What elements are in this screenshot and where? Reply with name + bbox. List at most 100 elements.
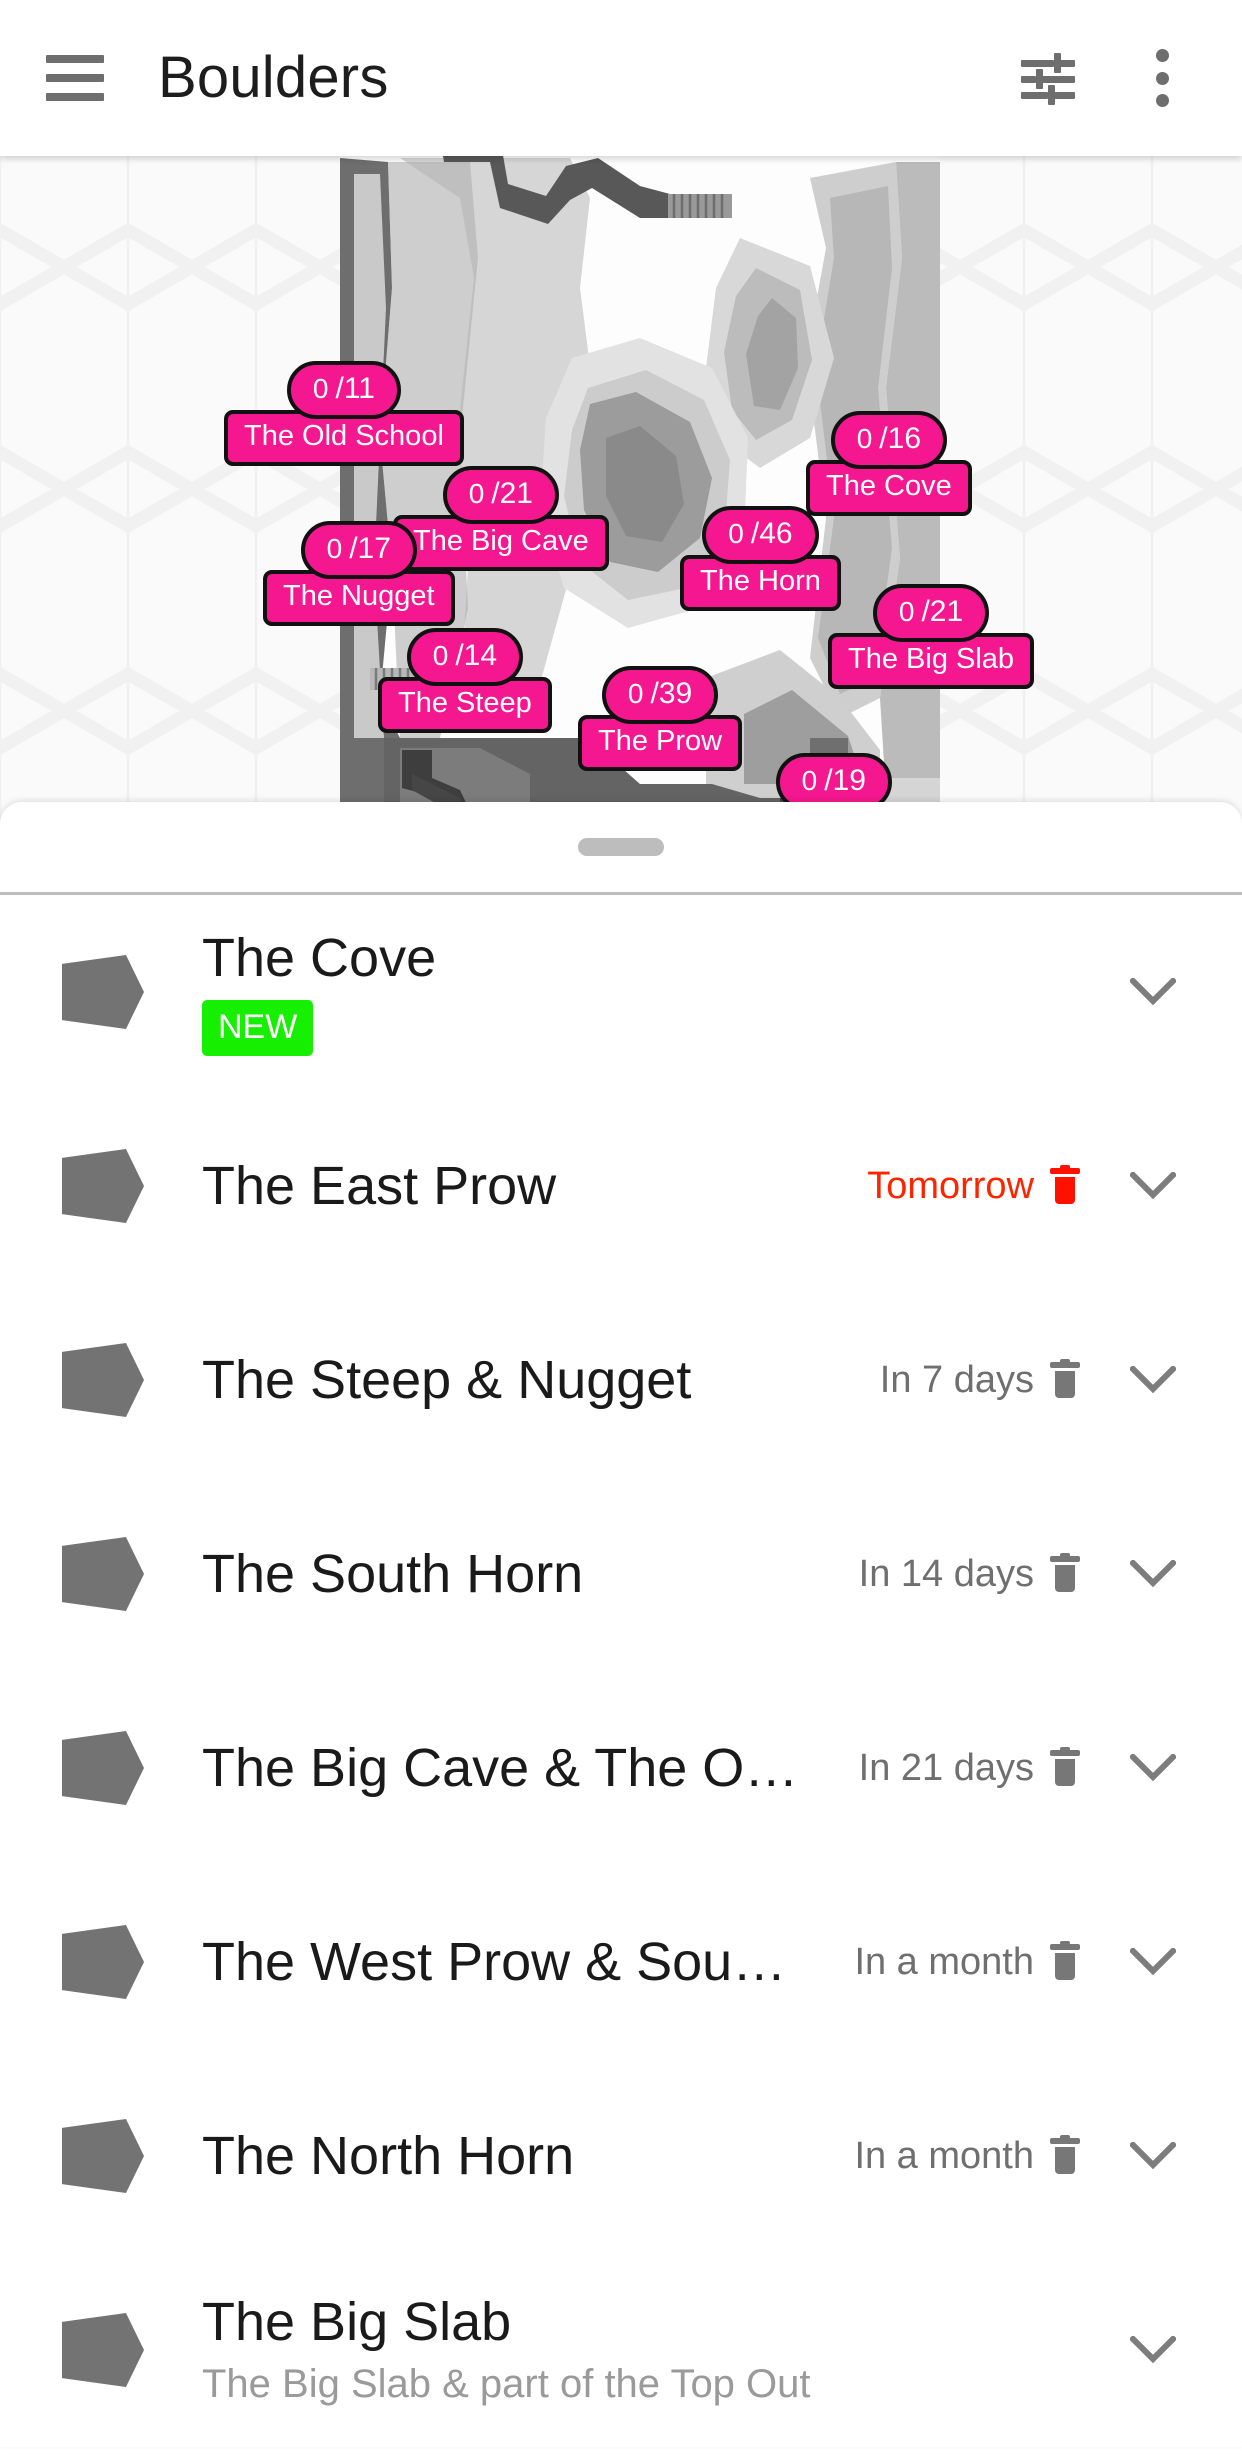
marker-count-badge: 0/17 <box>300 521 417 579</box>
list-item-content: The Big Slab The Big Slab & part of the T… <box>202 2292 1082 2408</box>
list-item-meta: In a month <box>854 1931 1184 1993</box>
drag-handle-bar <box>578 838 664 856</box>
trash-icon[interactable] <box>1050 1747 1080 1786</box>
map-marker[interactable]: 0/16 The Cove <box>806 411 972 516</box>
chevron-down-icon[interactable] <box>1122 2125 1184 2187</box>
tune-filter-icon <box>1021 53 1075 105</box>
map-marker-inner: 0/46 The Horn <box>680 506 841 611</box>
list-item-content: The Big Cave & The O… <box>202 1738 845 1798</box>
hamburger-line <box>46 74 104 82</box>
trash-icon[interactable] <box>1050 1165 1080 1204</box>
hamburger-line <box>46 55 104 63</box>
list-item-content: The Steep & Nugget <box>202 1350 866 1410</box>
marker-climbed-count: 0 <box>728 518 744 549</box>
chevron-down-icon[interactable] <box>1122 961 1184 1023</box>
app-bar-actions <box>1016 46 1194 110</box>
list-item-title: The North Horn <box>202 2125 575 2186</box>
list-item[interactable]: The Big Slab The Big Slab & part of the T… <box>0 2253 1242 2447</box>
bottom-sheet-drag-handle[interactable] <box>0 802 1242 892</box>
list-item-meta <box>1096 2319 1184 2381</box>
trash-icon[interactable] <box>1050 1941 1080 1980</box>
tag-icon <box>62 2119 144 2193</box>
map-marker[interactable]: 0/11 The Old School <box>224 361 464 466</box>
list-item[interactable]: The East Prow Tomorrow <box>0 1089 1242 1283</box>
list-item-meta: In 14 days <box>859 1543 1184 1605</box>
list-item-meta: In 21 days <box>859 1737 1184 1799</box>
due-date-label: In 7 days <box>879 1359 1034 1401</box>
map-marker-inner: 0/14 The Steep <box>378 628 552 733</box>
boulder-circuit-list: The Cove NEW The East Prow Tomorrow The Stee… <box>0 895 1242 2447</box>
list-item-title: The East Prow <box>202 1155 557 1216</box>
list-item-title: The Big Cave & The O… <box>202 1737 799 1798</box>
due-date-label: In 14 days <box>858 1553 1034 1595</box>
tag-icon <box>62 1537 144 1611</box>
map-marker-inner: 0/21 The Big Slab <box>828 584 1035 689</box>
marker-climbed-count: 0 <box>801 765 818 796</box>
list-item-title: The West Prow & Sou… <box>202 1931 787 1992</box>
list-item-meta: In a month <box>854 2125 1184 2187</box>
marker-total-count: /11 <box>335 372 375 405</box>
overflow-menu-button[interactable] <box>1130 46 1194 110</box>
list-item-title: The Cove <box>202 927 437 988</box>
marker-total-count: /16 <box>879 422 922 455</box>
chevron-down-icon[interactable] <box>1122 1543 1184 1605</box>
list-item-content: The North Horn <box>202 2126 840 2186</box>
list-item[interactable]: The South Horn In 14 days <box>0 1477 1242 1671</box>
marker-count-badge: 0/16 <box>830 411 948 469</box>
filter-button[interactable] <box>1016 46 1080 110</box>
marker-count-badge: 0/14 <box>406 628 524 686</box>
gym-map[interactable]: 0/11 The Old School 0/16 The Cove 0/21 The Bi… <box>0 156 1242 840</box>
marker-total-count: /21 <box>491 477 533 510</box>
chevron-down-icon[interactable] <box>1122 1349 1184 1411</box>
bottom-sheet: The Cove NEW The East Prow Tomorrow The Stee… <box>0 802 1242 2447</box>
marker-climbed-count: 0 <box>432 640 449 671</box>
map-marker[interactable]: 0/14 The Steep <box>378 628 552 733</box>
marker-count-badge: 0/39 <box>601 666 719 724</box>
marker-count-badge: 0/21 <box>872 584 990 642</box>
chevron-down-icon[interactable] <box>1122 1155 1184 1217</box>
marker-climbed-count: 0 <box>856 423 873 454</box>
trash-icon[interactable] <box>1050 1553 1080 1592</box>
list-item[interactable]: The West Prow & Sou… In a month <box>0 1865 1242 2059</box>
chevron-down-icon[interactable] <box>1122 1931 1184 1993</box>
map-marker-inner: 0/11 The Old School <box>224 361 464 466</box>
map-marker[interactable]: 0/17 The Nugget <box>263 521 455 626</box>
hamburger-menu-icon[interactable] <box>46 55 104 101</box>
marker-total-count: /14 <box>455 639 498 672</box>
list-item-meta: In 7 days <box>880 1349 1184 1411</box>
marker-count-badge: 0/21 <box>442 466 559 524</box>
page-title: Boulders <box>158 45 389 110</box>
list-item-title: The South Horn <box>202 1543 584 1604</box>
tag-icon <box>62 1731 144 1805</box>
chevron-down-icon[interactable] <box>1122 1737 1184 1799</box>
marker-climbed-count: 0 <box>627 678 644 709</box>
map-marker[interactable]: 0/21 The Big Slab <box>828 584 1035 689</box>
marker-climbed-count: 0 <box>468 478 485 509</box>
list-item-subtitle: The Big Slab & part of the Top Out <box>202 2362 811 2407</box>
list-item[interactable]: The Steep & Nugget In 7 days <box>0 1283 1242 1477</box>
map-marker[interactable]: 0/39 The Prow <box>578 666 743 771</box>
list-item[interactable]: The North Horn In a month <box>0 2059 1242 2253</box>
status-badge: NEW <box>202 1000 314 1057</box>
hamburger-line <box>46 93 104 101</box>
list-item-content: The West Prow & Sou… <box>202 1932 840 1992</box>
list-item-meta: Tomorrow <box>867 1155 1184 1217</box>
marker-climbed-count: 0 <box>312 373 329 404</box>
list-item-meta <box>1096 961 1184 1023</box>
chevron-down-icon[interactable] <box>1122 2319 1184 2381</box>
due-date-label: In a month <box>854 1941 1034 1983</box>
tag-icon <box>62 2313 144 2387</box>
trash-icon[interactable] <box>1050 1359 1080 1398</box>
marker-total-count: /46 <box>750 517 793 550</box>
more-vertical-icon <box>1155 49 1169 107</box>
marker-climbed-count: 0 <box>326 533 343 564</box>
map-marker[interactable]: 0/46 The Horn <box>680 506 841 611</box>
list-item[interactable]: The Big Cave & The O… In 21 days <box>0 1671 1242 1865</box>
due-date-label: In a month <box>854 2135 1034 2177</box>
list-item-content: The Cove NEW <box>202 927 1082 1057</box>
list-item[interactable]: The Cove NEW <box>0 895 1242 1089</box>
map-marker-inner: 0/17 The Nugget <box>263 521 455 626</box>
list-item-title: The Steep & Nugget <box>202 1349 692 1410</box>
trash-icon[interactable] <box>1050 2135 1080 2174</box>
tag-icon <box>62 1149 144 1223</box>
